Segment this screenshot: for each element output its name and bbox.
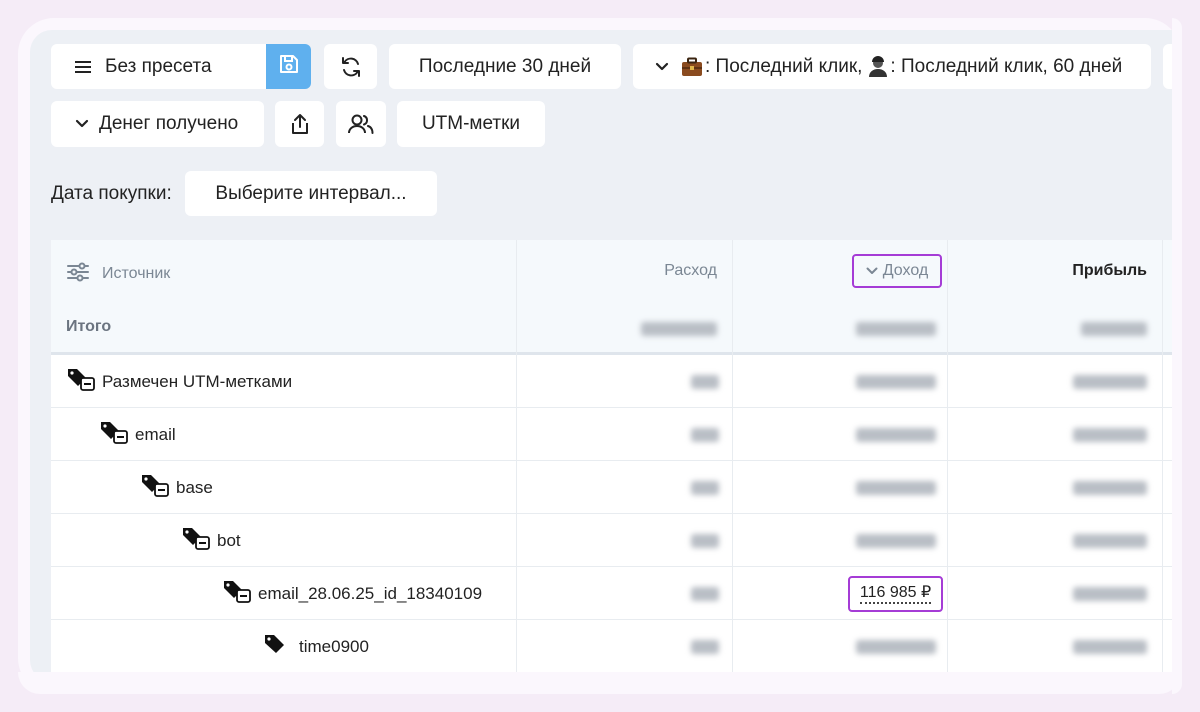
money-select[interactable]: Денег получено: [51, 101, 264, 147]
tag-icon: [263, 633, 287, 660]
income-header-label: Доход: [882, 262, 929, 279]
row-income-blurred: [856, 375, 936, 389]
interval-placeholder: Выберите интервал...: [215, 182, 407, 204]
totals-label: Итого: [66, 318, 112, 335]
table-row[interactable]: email_28.06.25_id_18340109: [51, 567, 1172, 620]
refresh-icon: [339, 55, 363, 79]
attribution-second-label: : Последний клик, 60 дней: [890, 55, 1123, 77]
tag-collapse-icon[interactable]: [66, 366, 96, 397]
attribution-select[interactable]: : Последний клик, : Последний клик, 60 д…: [633, 44, 1151, 89]
preset-label: Без пресета: [105, 55, 212, 77]
column-header-profit[interactable]: Прибыль: [1072, 262, 1147, 280]
row-profit-blurred: [1073, 587, 1147, 601]
save-preset-button[interactable]: [266, 44, 311, 89]
row-name: base: [176, 477, 213, 497]
row-expense-blurred: [691, 640, 719, 654]
row-expense-blurred: [691, 481, 719, 495]
table-row[interactable]: email: [51, 408, 1172, 461]
row-expense-blurred: [691, 375, 719, 389]
row-profit-blurred: [1073, 481, 1147, 495]
table-row[interactable]: Размечен UTM-метками: [51, 355, 1172, 408]
interval-picker[interactable]: Выберите интервал...: [185, 171, 437, 216]
refresh-button[interactable]: [324, 44, 377, 89]
export-button[interactable]: [275, 101, 324, 147]
row-profit-blurred: [1073, 534, 1147, 548]
table-row[interactable]: bot: [51, 514, 1172, 567]
tag-collapse-icon[interactable]: [222, 578, 252, 609]
users-button[interactable]: [336, 101, 386, 147]
row-profit-blurred: [1073, 428, 1147, 442]
columns-settings-icon[interactable]: [66, 262, 90, 287]
users-icon: [348, 113, 374, 135]
attribution-first-label: : Последний клик,: [705, 55, 863, 77]
row-expense-blurred: [691, 587, 719, 601]
utm-button[interactable]: UTM-метки: [397, 101, 545, 147]
totals-row: Итого: [51, 302, 1172, 355]
extra-toolbar-button[interactable]: [1163, 44, 1172, 89]
column-header-expense[interactable]: Расход: [664, 262, 717, 280]
tag-collapse-icon[interactable]: [181, 525, 211, 556]
sort-chevron-down-icon: [866, 267, 878, 275]
tag-collapse-icon[interactable]: [140, 472, 170, 503]
highlighted-income-value[interactable]: 116 985 ₽: [848, 576, 943, 612]
chevron-down-icon: [75, 119, 89, 129]
row-name: Размечен UTM-метками: [102, 371, 293, 391]
tag-collapse-icon[interactable]: [99, 419, 129, 450]
purchase-date-label: Дата покупки:: [51, 183, 172, 204]
utm-label: UTM-метки: [421, 113, 521, 134]
menu-icon: [75, 60, 91, 74]
period-select[interactable]: Последние 30 дней: [389, 44, 621, 89]
row-income-blurred: [856, 534, 936, 548]
briefcase-icon: [681, 57, 703, 77]
totals-profit-blurred: [1081, 322, 1147, 336]
row-name: bot: [217, 530, 241, 550]
report-table: Источник Расход Доход Прибыль Итого Разм…: [51, 240, 1172, 700]
row-profit-blurred: [1073, 375, 1147, 389]
save-icon: [278, 53, 300, 80]
chevron-down-icon: [655, 62, 669, 72]
table-row[interactable]: base: [51, 461, 1172, 514]
period-label: Последние 30 дней: [418, 55, 592, 77]
row-name: email_28.06.25_id_18340109: [258, 583, 483, 603]
totals-expense-blurred: [641, 322, 717, 336]
row-income-blurred: [856, 428, 936, 442]
row-expense-blurred: [691, 428, 719, 442]
row-income-blurred: [856, 481, 936, 495]
user-avatar-icon: [868, 55, 888, 78]
row-expense-blurred: [691, 534, 719, 548]
column-header-income[interactable]: Доход: [852, 254, 942, 288]
row-name: email: [135, 424, 176, 444]
row-profit-blurred: [1073, 640, 1147, 654]
frame-border-overlay: [18, 672, 1181, 694]
preset-button[interactable]: Без пресета: [51, 44, 269, 89]
totals-income-blurred: [856, 322, 936, 336]
row-name: time0900: [299, 636, 369, 656]
frame-border-overlay: [1172, 18, 1182, 694]
money-label: Денег получено: [99, 113, 239, 134]
table-header: Источник Расход Доход Прибыль: [51, 240, 1172, 303]
row-income-blurred: [856, 640, 936, 654]
table-row[interactable]: time0900: [51, 620, 1172, 673]
income-value: 116 985 ₽: [859, 584, 932, 604]
column-header-source[interactable]: Источник: [102, 265, 170, 283]
share-icon: [290, 113, 310, 135]
